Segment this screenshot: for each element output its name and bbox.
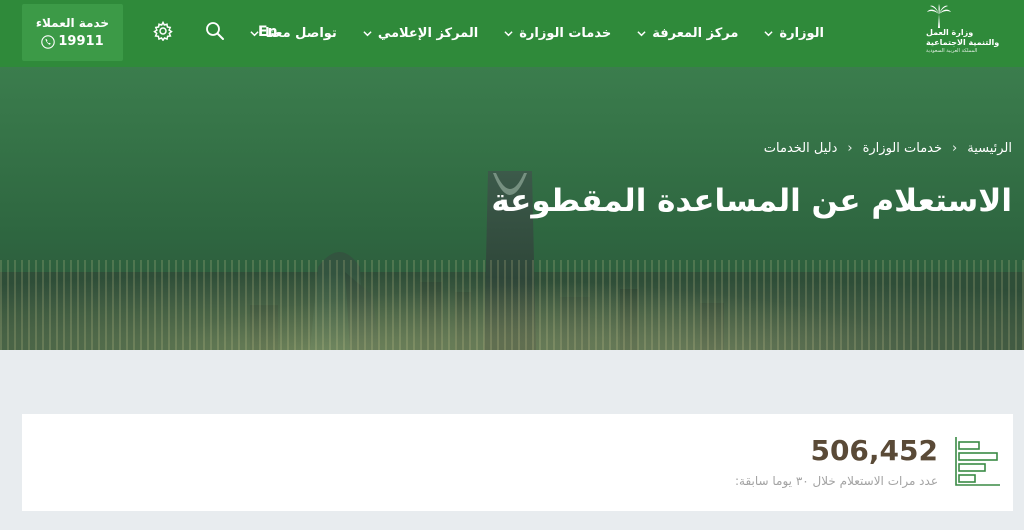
city-lights-overlay — [0, 260, 1024, 350]
language-toggle-link[interactable]: En — [258, 24, 278, 40]
breadcrumb-separator-icon: ‹ — [847, 141, 853, 156]
breadcrumb-home[interactable]: الرئيسية — [967, 141, 1012, 156]
inquiry-count-value: 506,452 — [810, 434, 938, 467]
top-navigation-bar: وزارة العمل والتنمية الاجتماعية المملكة … — [0, 0, 1024, 67]
nav-item-label: مركز المعرفة — [652, 26, 739, 41]
chevron-down-icon — [363, 31, 372, 37]
customer-service-box[interactable]: خدمة العملاء 19911 — [22, 4, 123, 61]
search-icon[interactable] — [205, 21, 225, 41]
breadcrumb: الرئيسية ‹ خدمات الوزارة ‹ دليل الخدمات — [764, 141, 1012, 156]
logo-text-line2: والتنمية الاجتماعية — [926, 38, 1000, 47]
breadcrumb-service-guide[interactable]: دليل الخدمات — [764, 141, 838, 156]
customer-service-phone: 19911 — [41, 32, 104, 52]
gear-icon[interactable] — [153, 21, 173, 41]
inquiry-stats-card: 506,452 عدد مرات الاستعلام خلال ٣٠ يوما … — [22, 414, 1013, 511]
ministry-logo[interactable]: وزارة العمل والتنمية الاجتماعية المملكة … — [926, 4, 1012, 64]
chevron-down-icon — [637, 31, 646, 37]
breadcrumb-ministry-services[interactable]: خدمات الوزارة — [863, 141, 942, 156]
nav-item-ministry-services[interactable]: خدمات الوزارة — [504, 26, 611, 41]
phone-icon — [41, 34, 56, 49]
chevron-down-icon — [504, 31, 513, 37]
logo-text-line1: وزارة العمل — [926, 28, 974, 37]
nav-item-label: خدمات الوزارة — [519, 26, 612, 41]
bar-chart-icon — [955, 437, 1000, 486]
customer-service-title: خدمة العملاء — [35, 15, 110, 30]
nav-item-media-center[interactable]: المركز الإعلامي — [363, 26, 478, 41]
nav-item-knowledge-center[interactable]: مركز المعرفة — [637, 26, 738, 41]
page-title: الاستعلام عن المساعدة المقطوعة — [491, 183, 1012, 219]
nav-item-label: الوزارة — [779, 26, 824, 41]
inquiry-count-label: عدد مرات الاستعلام خلال ٣٠ يوما سابقة: — [734, 474, 938, 488]
nav-item-ministry[interactable]: الوزارة — [764, 26, 824, 41]
logo-text-line3: المملكة العربية السعودية — [926, 48, 978, 54]
main-menu: الوزارة مركز المعرفة خدمات الوزارة المرك… — [224, 0, 824, 67]
phone-number: 19911 — [58, 33, 104, 49]
nav-item-label: المركز الإعلامي — [377, 26, 479, 41]
breadcrumb-separator-icon: ‹ — [952, 141, 958, 156]
palm-tree-icon — [927, 4, 951, 28]
chevron-down-icon — [764, 31, 774, 37]
hero-banner: الرئيسية ‹ خدمات الوزارة ‹ دليل الخدمات … — [0, 67, 1024, 350]
